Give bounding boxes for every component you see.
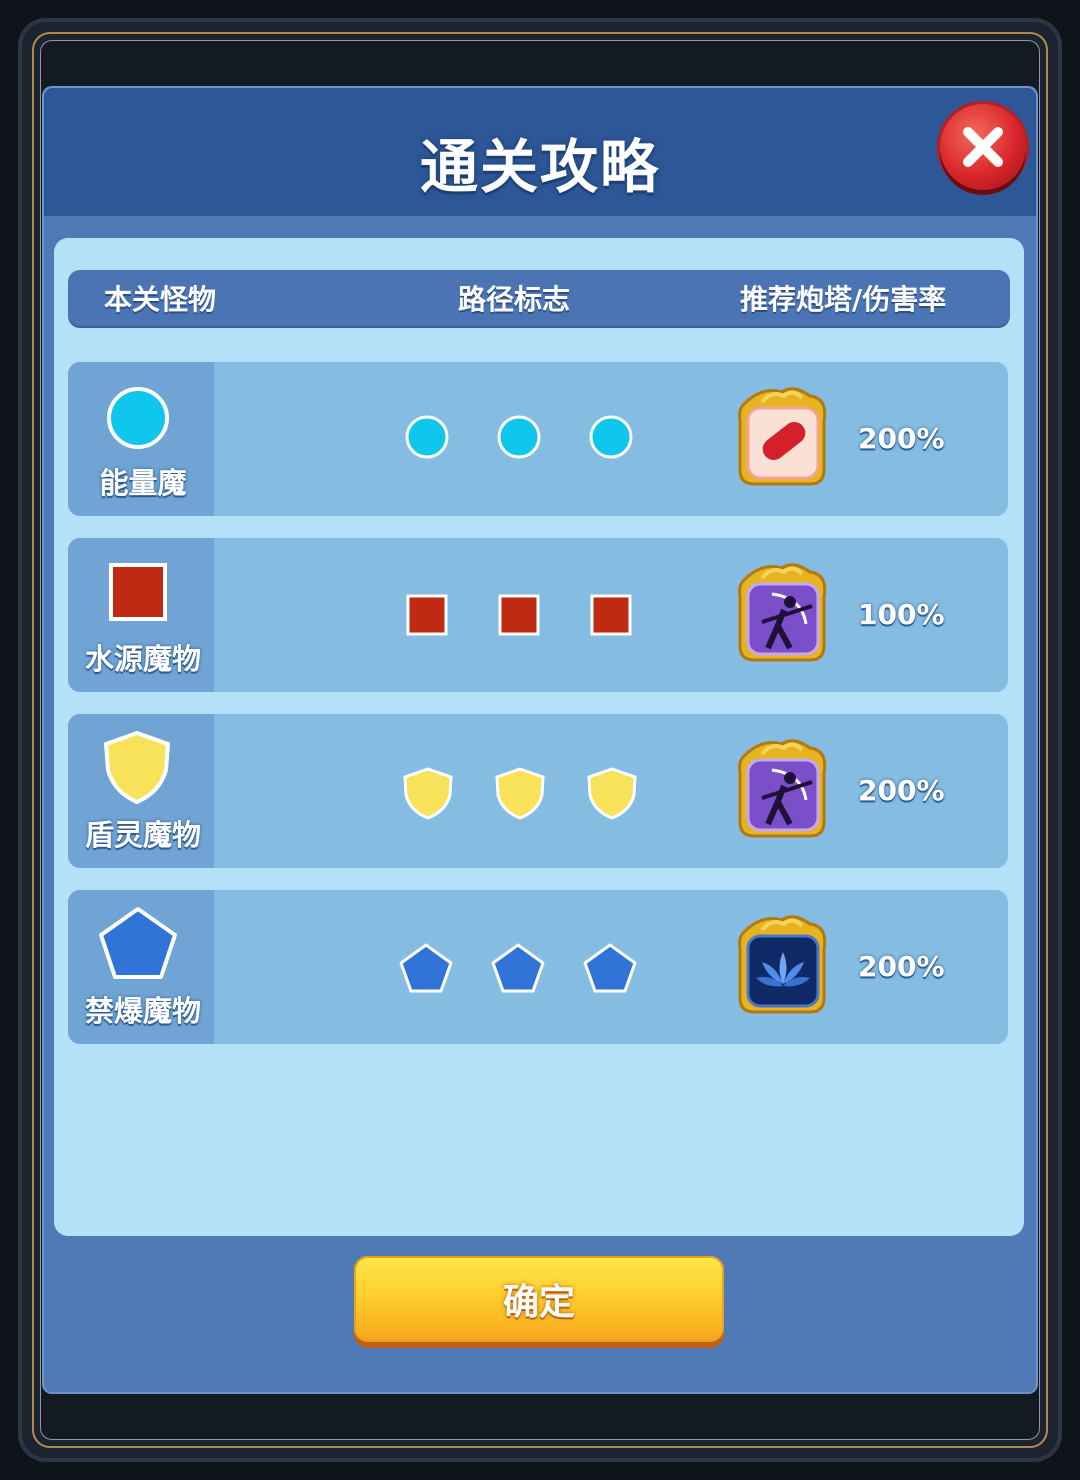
damage-rate: 100% xyxy=(858,598,945,631)
circle-marker-icon xyxy=(497,415,541,459)
monster-row: 盾灵魔物 200% xyxy=(68,714,1008,868)
square-marker-icon xyxy=(590,594,632,636)
shield-marker-icon xyxy=(587,767,637,820)
pentagon-marker-icon xyxy=(399,943,453,993)
close-x-icon xyxy=(963,127,1003,167)
column-tower-label: 推荐炮塔/伤害率 xyxy=(740,283,947,316)
red-capsule-tower-icon xyxy=(738,387,827,486)
shield-marker-icon xyxy=(403,767,453,820)
pentagon-icon xyxy=(99,907,177,979)
path-markers xyxy=(398,414,638,464)
monster-name: 禁爆魔物 xyxy=(84,994,201,1028)
shield-marker-icon xyxy=(495,767,545,820)
monster-row: 能量魔 200% xyxy=(68,362,1008,516)
path-markers xyxy=(398,766,638,820)
path-markers xyxy=(398,590,638,640)
close-button[interactable] xyxy=(940,104,1026,190)
path-markers xyxy=(398,942,638,993)
square-marker-icon xyxy=(406,594,448,636)
shield-icon xyxy=(103,730,171,804)
pentagon-marker-icon xyxy=(583,943,637,993)
column-header-bar: 本关怪物 路径标志 推荐炮塔/伤害率 xyxy=(68,270,1010,326)
damage-rate: 200% xyxy=(858,950,945,983)
monster-row: 水源魔物 100% xyxy=(68,538,1008,692)
confirm-button-label: 确定 xyxy=(502,1282,575,1323)
confirm-button[interactable]: 确定 xyxy=(354,1256,724,1342)
dialog-title: 通关攻略 xyxy=(419,133,660,201)
monster-row: 禁爆魔物 200% xyxy=(68,890,1008,1044)
square-marker-icon xyxy=(498,594,540,636)
monster-name: 水源魔物 xyxy=(84,642,201,676)
circle-marker-icon xyxy=(405,415,449,459)
pentagon-marker-icon xyxy=(491,943,545,993)
square-icon xyxy=(109,563,167,621)
circle-icon xyxy=(107,387,169,449)
column-path-label: 路径标志 xyxy=(458,283,571,316)
purple-archer-tower-icon xyxy=(738,739,827,838)
circle-marker-icon xyxy=(589,415,633,459)
purple-archer-tower-icon xyxy=(738,563,827,662)
blue-lotus-tower-icon xyxy=(738,915,827,1014)
monster-name: 能量魔 xyxy=(99,466,187,500)
damage-rate: 200% xyxy=(858,422,945,455)
column-monster-label: 本关怪物 xyxy=(104,283,217,316)
monster-name: 盾灵魔物 xyxy=(84,818,201,852)
damage-rate: 200% xyxy=(858,774,945,807)
